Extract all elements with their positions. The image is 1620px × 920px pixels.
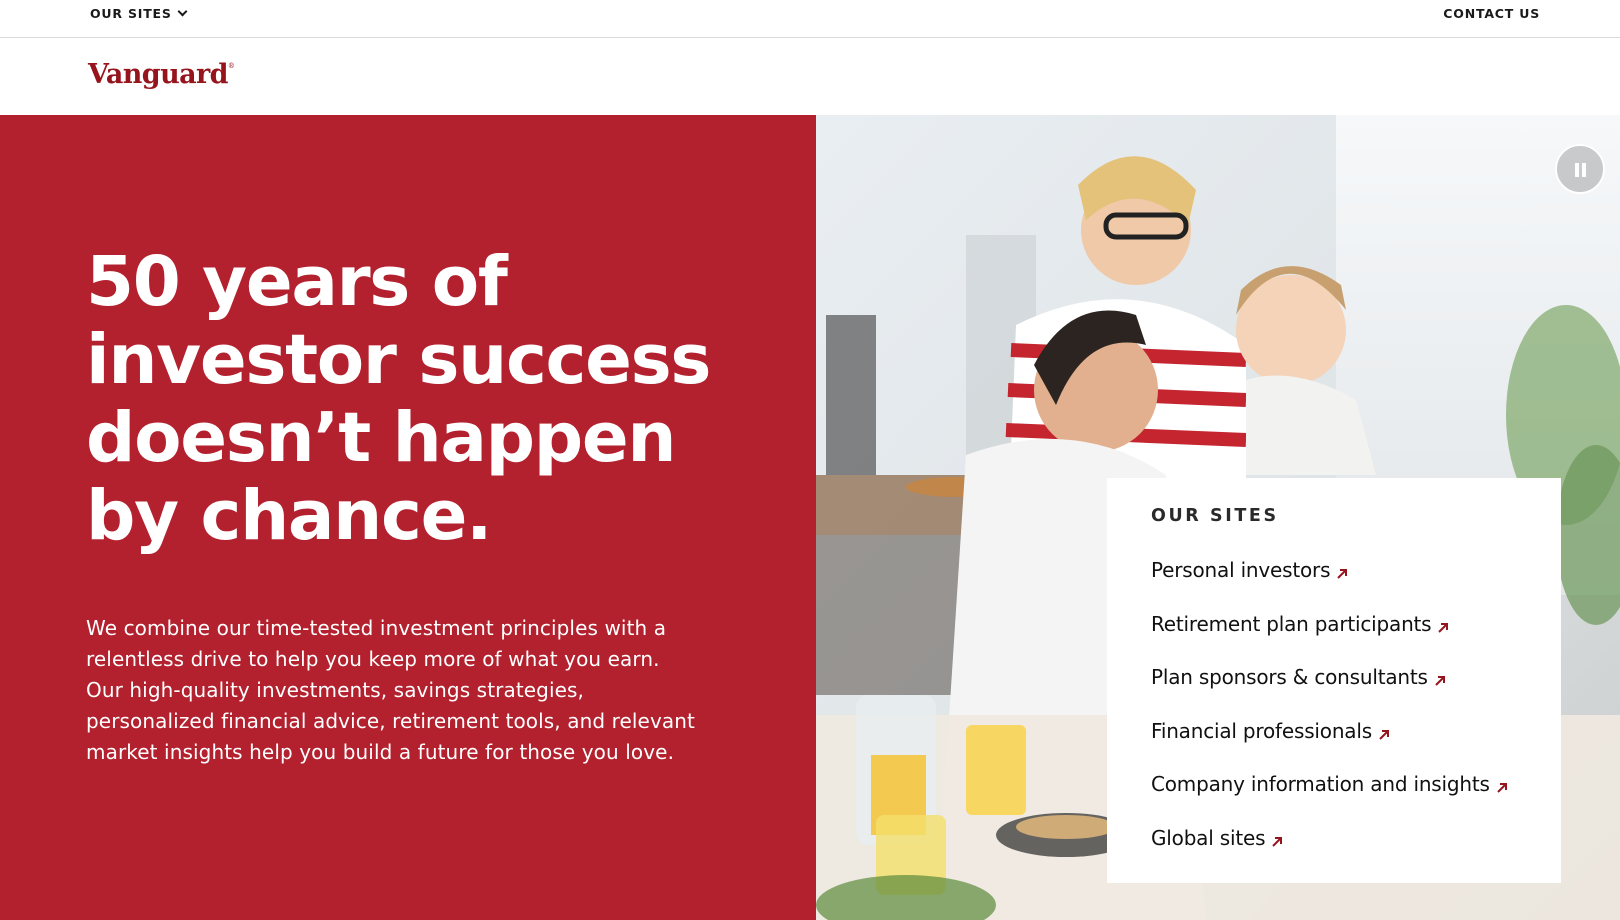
- external-arrow-icon: [1379, 729, 1389, 740]
- financial-professionals-link[interactable]: Financial professionals: [1151, 719, 1390, 743]
- link-label: Company information and insights: [1151, 772, 1490, 796]
- hero-title-line: 50 years of: [86, 242, 508, 322]
- external-arrow-icon: [1272, 836, 1283, 847]
- pause-icon: [1575, 163, 1579, 177]
- company-information-link[interactable]: Company information and insights: [1151, 772, 1508, 796]
- personal-investors-link[interactable]: Personal investors: [1151, 558, 1348, 582]
- site-header: Vanguard®: [0, 38, 1620, 115]
- list-item: Financial professionals: [1151, 719, 1508, 773]
- external-arrow-icon: [1497, 783, 1507, 793]
- external-arrow-icon: [1337, 569, 1348, 579]
- external-arrow-icon: [1435, 676, 1445, 686]
- logo-text: Vanguard: [88, 59, 229, 90]
- registered-mark: ®: [227, 62, 235, 70]
- pause-button[interactable]: [1555, 144, 1605, 194]
- contact-us-link[interactable]: CONTACT US: [1443, 6, 1540, 21]
- list-item: Retirement plan participants: [1151, 612, 1508, 666]
- hero-title-line: investor success: [86, 320, 712, 400]
- link-label: Global sites: [1151, 825, 1266, 850]
- vanguard-logo[interactable]: Vanguard®: [88, 59, 235, 90]
- hero-title-line: doesn’t happen: [86, 398, 677, 478]
- hero-title: 50 years of investor success doesn’t hap…: [86, 243, 726, 555]
- link-label: Retirement plan participants: [1151, 611, 1432, 636]
- list-item: Plan sponsors & consultants: [1151, 665, 1508, 719]
- our-sites-label: OUR SITES: [90, 6, 172, 21]
- retirement-plan-participants-link[interactable]: Retirement plan participants: [1151, 612, 1449, 636]
- external-arrow-icon: [1438, 622, 1449, 633]
- hero-description: We combine our time-tested investment pr…: [86, 616, 695, 764]
- utility-bar: OUR SITES CONTACT US: [0, 0, 1620, 38]
- our-sites-list: Personal investors Retirement plan parti…: [1151, 558, 1508, 879]
- pause-icon: [1582, 163, 1586, 177]
- plan-sponsors-link[interactable]: Plan sponsors & consultants: [1151, 665, 1446, 689]
- our-sites-dropdown[interactable]: OUR SITES: [90, 6, 188, 21]
- list-item: Personal investors: [1151, 558, 1508, 612]
- link-label: Financial professionals: [1151, 718, 1372, 743]
- global-sites-link[interactable]: Global sites: [1151, 826, 1283, 850]
- our-sites-card: OUR SITES Personal investors Retirement …: [1107, 478, 1561, 883]
- chevron-down-icon: [177, 6, 188, 17]
- list-item: Company information and insights: [1151, 772, 1508, 826]
- link-label: Personal investors: [1151, 558, 1331, 582]
- link-label: Plan sponsors & consultants: [1151, 665, 1428, 689]
- list-item: Global sites: [1151, 826, 1508, 880]
- our-sites-heading: OUR SITES: [1151, 506, 1279, 526]
- hero-title-line: by chance.: [86, 476, 492, 556]
- hero-panel: 50 years of investor success doesn’t hap…: [0, 115, 816, 920]
